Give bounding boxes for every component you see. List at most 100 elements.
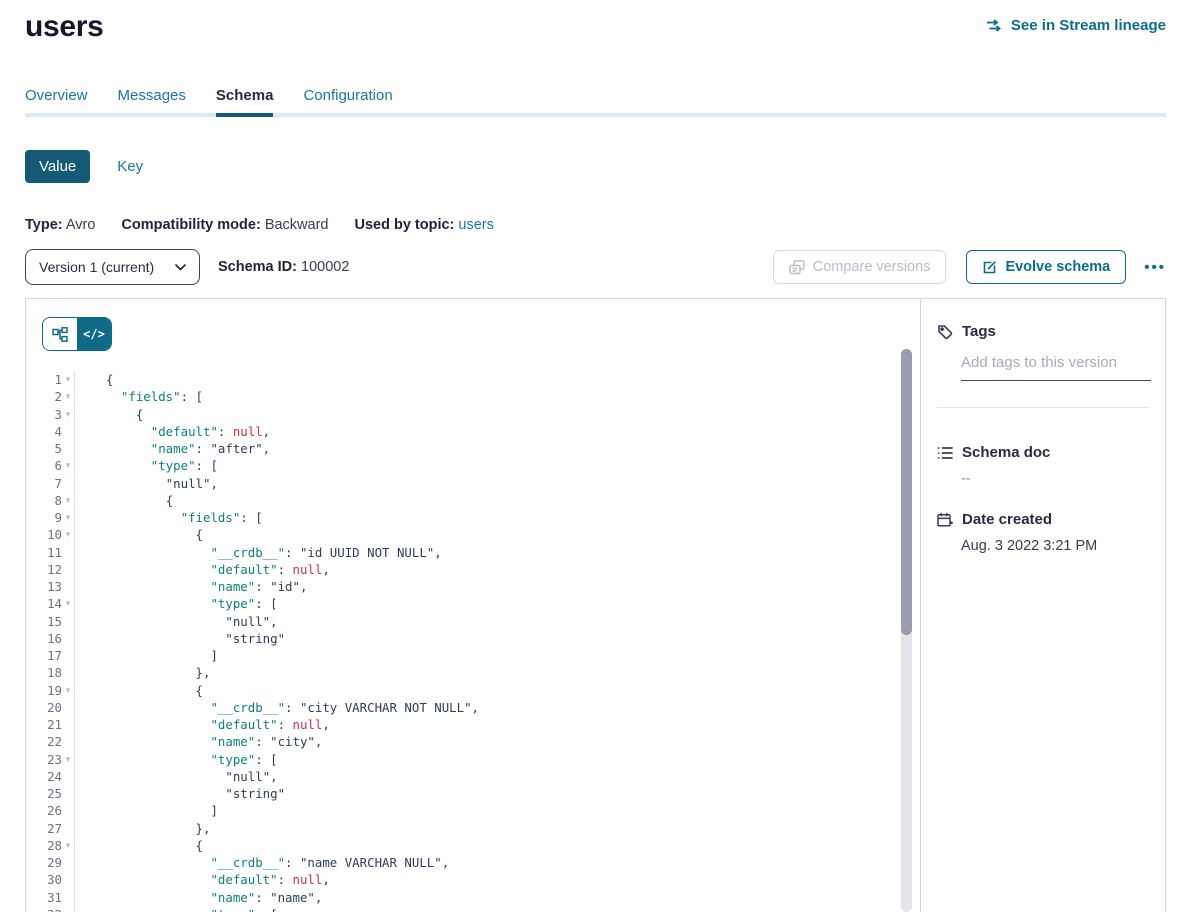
code-line-text[interactable]: "null", [75,769,278,784]
line-number: 22 [36,734,62,749]
schema-doc-section: Schema doc -- [937,444,1149,487]
fold-toggle-icon[interactable]: ▾ [62,910,74,912]
code-line-text[interactable]: "string" [75,631,285,646]
line-number: 5 [36,441,62,456]
tab-configuration[interactable]: Configuration [303,87,392,117]
line-gutter: 3▾ [36,406,75,423]
code-line-text[interactable]: { [75,838,203,853]
code-line: 23▾ "type": [ [36,751,920,768]
topic-label: Used by topic: [354,217,454,233]
code-line-text[interactable]: "type": [ [75,458,218,473]
fold-toggle-icon[interactable]: ▾ [62,496,74,505]
code-line-text[interactable]: { [75,493,173,508]
value-toggle-button[interactable]: Value [25,150,90,183]
code-line-text[interactable]: { [75,407,143,422]
version-select[interactable]: Version 1 (current) [25,249,200,285]
code-line-text[interactable]: "type": [ [75,752,278,767]
line-gutter: 31 [36,889,75,906]
code-line: 32▾ "type": [ [36,906,920,912]
compatibility-value: Backward [265,217,329,233]
code-line: 1▾{ [36,371,920,388]
fold-toggle-icon[interactable]: ▾ [62,686,74,695]
calendar-plus-icon [937,512,953,528]
schema-page: users See in Stream lineage Overview Mes… [0,0,1189,916]
line-number: 30 [36,872,62,887]
key-toggle-link[interactable]: Key [117,158,143,175]
editor-scrollbar-thumb[interactable] [901,349,912,635]
tree-view-button[interactable] [43,318,77,350]
line-number: 17 [36,648,62,663]
fold-toggle-icon[interactable]: ▾ [62,755,74,764]
evolve-schema-button[interactable]: Evolve schema [966,250,1126,284]
schema-id-label: Schema ID: [218,259,297,275]
code-line: 17 ] [36,647,920,664]
stream-lineage-link[interactable]: See in Stream lineage [986,17,1166,34]
code-line-text[interactable]: { [75,683,203,698]
fold-toggle-icon[interactable]: ▾ [62,841,74,850]
code-line-text[interactable]: "type": [ [75,596,278,611]
editor-scrollbar-track[interactable] [901,349,912,912]
code-line-text[interactable]: { [75,527,203,542]
code-line-text[interactable]: "fields": [ [75,510,263,525]
tags-input[interactable] [961,354,1151,381]
code-line-text[interactable]: "fields": [ [75,389,203,404]
fold-toggle-icon[interactable]: ▾ [62,461,74,470]
compare-versions-button[interactable]: Compare versions [773,250,947,284]
code-line-text[interactable]: "null", [75,476,218,491]
code-view-button[interactable]: </> [77,318,111,350]
fold-toggle-icon[interactable]: ▾ [62,599,74,608]
code-line-text[interactable]: "default": null, [75,717,330,732]
code-lines[interactable]: 1▾{2▾ "fields": [3▾ {4 "default": null,5… [26,371,920,912]
line-number: 16 [36,631,62,646]
line-number: 2 [36,389,62,404]
tab-overview[interactable]: Overview [25,87,88,117]
line-number: 24 [36,769,62,784]
stream-lineage-label: See in Stream lineage [1011,17,1166,34]
code-line-text[interactable]: "default": null, [75,872,330,887]
code-line-text[interactable]: "string" [75,786,285,801]
code-line-text[interactable]: "__crdb__": "city VARCHAR NOT NULL", [75,700,479,715]
fold-toggle-icon[interactable]: ▾ [62,513,74,522]
more-options-button[interactable]: ••• [1144,259,1166,276]
tab-messages[interactable]: Messages [118,87,186,117]
code-line-text[interactable]: }, [75,665,210,680]
code-line-text[interactable]: "default": null, [75,562,330,577]
code-line-text[interactable]: "null", [75,614,278,629]
compare-icon [789,260,805,275]
version-select-value: Version 1 (current) [39,259,154,275]
fold-toggle-icon[interactable]: ▾ [62,410,74,419]
fold-toggle-icon[interactable]: ▾ [62,392,74,401]
topic-link[interactable]: users [458,217,493,233]
schema-doc-icon [937,446,953,460]
line-number: 31 [36,890,62,905]
code-line-text[interactable]: "name": "city", [75,734,322,749]
code-line-text[interactable]: "type": [ [75,907,278,912]
code-line: 13 "name": "id", [36,578,920,595]
code-line: 15 "null", [36,613,920,630]
line-gutter: 11 [36,544,75,561]
code-line-text[interactable]: "name": "name", [75,890,322,905]
code-line-text[interactable]: ] [75,803,218,818]
code-line: 7 "null", [36,475,920,492]
code-line: 31 "name": "name", [36,889,920,906]
line-gutter: 23▾ [36,751,75,768]
code-line-text[interactable]: "name": "id", [75,579,307,594]
fold-toggle-icon[interactable]: ▾ [62,375,74,384]
line-number: 1 [36,372,62,387]
code-line-text[interactable]: ] [75,648,218,663]
tab-schema[interactable]: Schema [216,87,274,117]
line-gutter: 25 [36,785,75,802]
line-number: 25 [36,786,62,801]
code-line-text[interactable]: "default": null, [75,424,270,439]
schema-type: Type: Avro [25,217,95,233]
code-line: 8▾ { [36,492,920,509]
code-line: 12 "default": null, [36,561,920,578]
line-gutter: 16 [36,630,75,647]
code-line-text[interactable]: "name": "after", [75,441,270,456]
code-line-text[interactable]: }, [75,821,210,836]
code-line-text[interactable]: { [75,372,113,387]
fold-toggle-icon[interactable]: ▾ [62,530,74,539]
line-number: 3 [36,407,62,422]
code-line-text[interactable]: "__crdb__": "id UUID NOT NULL", [75,545,442,560]
code-line-text[interactable]: "__crdb__": "name VARCHAR NULL", [75,855,449,870]
